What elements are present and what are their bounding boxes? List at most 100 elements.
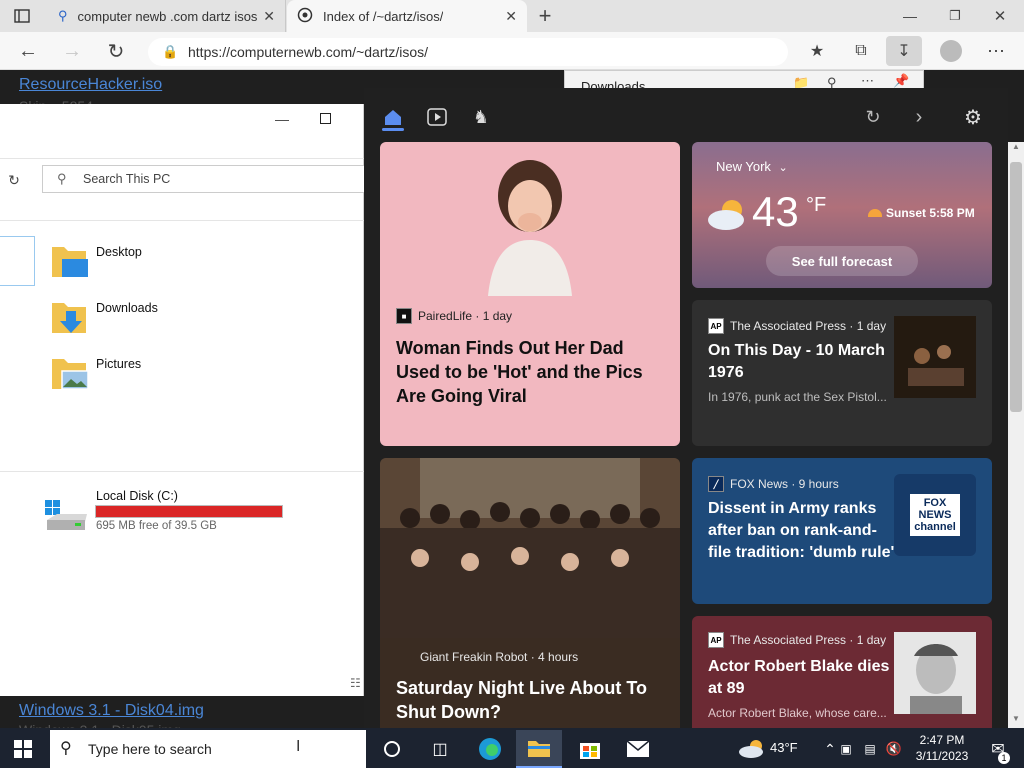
fox-news-logo: FOX NEWS channel (910, 494, 960, 536)
location-label: New York (716, 159, 771, 174)
drive-free-space: 695 MB free of 39.5 GB (96, 520, 217, 532)
weather-unit: °F (806, 194, 827, 216)
downloads-flyout: Downloads 📁 ⚲ ⋯ 📌 (564, 70, 924, 94)
view-toggle-icon[interactable]: ☷ (350, 676, 361, 690)
scroll-up-icon[interactable]: ▲ (1012, 142, 1020, 151)
file-link[interactable]: ResourceHacker.iso (19, 76, 162, 94)
maximize-icon[interactable] (320, 113, 331, 124)
network-icon[interactable]: ▤ (860, 734, 880, 764)
edge-browser-icon[interactable] (474, 734, 506, 764)
chevron-right-icon[interactable]: › (908, 106, 930, 128)
story-headline[interactable]: Dissent in Army ranks after ban on rank-… (708, 498, 898, 564)
speaker-muted-icon[interactable]: 🔇 (884, 734, 904, 764)
story-source: Giant Freakin Robot · 4 hours (420, 650, 578, 664)
close-tab-icon[interactable]: ✕ (505, 8, 527, 25)
taskbar-search-input[interactable]: ⚲ Type here to search I (50, 730, 366, 768)
folder-label[interactable]: Pictures (96, 357, 141, 371)
settings-more-icon[interactable]: ⋯ (984, 40, 1008, 62)
search-placeholder: Type here to search (88, 741, 212, 757)
restore-icon[interactable]: ❐ (945, 6, 965, 26)
new-tab-icon[interactable]: + (534, 3, 556, 28)
weather-cloud-icon[interactable] (738, 737, 766, 759)
minimize-icon[interactable]: — (900, 6, 920, 26)
story-card[interactable]: Giant Freakin Robot · 4 hours Saturday N… (380, 458, 680, 728)
story-card[interactable]: AP The Associated Press · 1 day Actor Ro… (692, 616, 992, 728)
refresh-icon[interactable]: ↻ (4, 170, 24, 190)
divider (0, 471, 364, 472)
clock[interactable]: 2:47 PM 3/11/2023 (912, 733, 972, 763)
tab-title: Index of /~dartz/isos/ (323, 8, 444, 24)
url-field[interactable]: 🔒 https://computernewb.com/~dartz/isos/ (148, 38, 788, 66)
folder-label[interactable]: Downloads (96, 301, 158, 315)
search-icon: ⚲ (57, 171, 67, 186)
scrollbar-thumb[interactable] (1010, 162, 1022, 412)
url-text: https://computernewb.com/~dartz/isos/ (188, 44, 429, 60)
forward-icon[interactable]: → (60, 40, 84, 62)
source-label: The Associated Press · 1 day (730, 633, 887, 647)
task-view-icon[interactable]: ◫ (424, 734, 456, 764)
windows-start-icon[interactable] (14, 740, 32, 758)
collections-icon[interactable]: ⧉ (848, 40, 874, 62)
story-headline[interactable]: On This Day - 10 March 1976 (708, 340, 890, 384)
story-card[interactable]: ╱ FOX News · 9 hours Dissent in Army ran… (692, 458, 992, 604)
profile-avatar[interactable] (940, 40, 962, 62)
tab-computer-newb[interactable]: ⚲ computer newb .com dartz isos ✕ (48, 0, 286, 32)
local-disk-icon[interactable] (45, 498, 89, 534)
close-tab-icon[interactable]: ✕ (263, 8, 285, 25)
games-icon[interactable]: ♞ (470, 106, 492, 128)
gear-icon[interactable]: ⚙ (962, 106, 984, 129)
more-icon[interactable]: ⋯ (861, 73, 874, 89)
source-logo: AP (708, 318, 724, 334)
story-card[interactable]: AP The Associated Press · 1 day On This … (692, 300, 992, 446)
weather-location[interactable]: New York ⌄ (716, 159, 788, 174)
tab-strip: ⚲ computer newb .com dartz isos ✕ Index … (0, 0, 1024, 32)
cortana-icon[interactable] (376, 734, 408, 764)
downloads-folder-icon[interactable] (50, 297, 90, 337)
weather-temp: 43 (752, 188, 799, 235)
partly-cloudy-icon (706, 196, 750, 232)
desktop-folder-icon[interactable] (50, 241, 90, 281)
site-favicon-icon (297, 7, 313, 26)
lock-icon: 🔒 (162, 44, 179, 59)
selected-item[interactable] (0, 236, 35, 286)
story-headline[interactable]: Actor Robert Blake dies at 89 (708, 656, 890, 700)
weather-card[interactable]: New York ⌄ 43 °F Sunset 5:58 PM See full… (692, 142, 992, 288)
file-link[interactable]: Windows 3.1 - Disk04.img (19, 702, 204, 720)
video-icon[interactable] (426, 106, 448, 128)
home-icon[interactable] (382, 106, 404, 128)
source-label: Giant Freakin Robot · 4 hours (420, 650, 579, 664)
drive-name[interactable]: Local Disk (C:) (96, 489, 178, 503)
story-snippet: Actor Robert Blake, whose care... (708, 706, 887, 720)
favorites-icon[interactable]: ★ (804, 40, 830, 62)
camera-icon[interactable]: ▣ (836, 734, 856, 764)
sunset-icon (868, 209, 882, 217)
story-headline[interactable]: Woman Finds Out Her Dad Used to be 'Hot'… (396, 336, 672, 408)
story-headline[interactable]: Saturday Night Live About To Shut Down? (396, 676, 666, 724)
scroll-down-icon[interactable]: ▼ (1012, 714, 1020, 723)
see-full-forecast-button[interactable]: See full forecast (766, 246, 918, 276)
pictures-folder-icon[interactable] (50, 353, 90, 393)
folder-label[interactable]: Desktop (96, 245, 142, 259)
back-icon[interactable]: ← (16, 40, 40, 62)
tab-title: computer newb .com dartz isos (77, 8, 258, 24)
minimize-icon[interactable]: — (272, 110, 292, 128)
mail-icon[interactable] (622, 734, 654, 764)
refresh-icon[interactable]: ↻ (104, 40, 128, 63)
tab-index-of-isos[interactable]: Index of /~dartz/isos/ ✕ (287, 0, 527, 32)
story-thumbnail: FOX NEWS channel (894, 474, 976, 556)
file-explorer-taskbar-icon[interactable] (516, 730, 562, 768)
store-icon[interactable] (574, 734, 606, 764)
story-image (468, 156, 592, 296)
source-label: FOX News · 9 hours (730, 477, 839, 491)
tab-actions-icon[interactable] (12, 7, 32, 25)
refresh-icon[interactable]: ↻ (862, 106, 884, 128)
search-icon: ⚲ (58, 8, 68, 23)
explorer-search-input[interactable]: ⚲ Search This PC (42, 165, 372, 193)
close-window-icon[interactable]: ✕ (990, 6, 1010, 26)
pin-icon[interactable]: 📌 (893, 73, 909, 89)
page-scrollbar[interactable]: ▲ ▼ (1008, 142, 1024, 728)
taskbar-weather-temp[interactable]: 43°F (770, 740, 798, 755)
story-card[interactable]: ■ PairedLife · 1 day Woman Finds Out Her… (380, 142, 680, 446)
story-thumbnail (894, 316, 976, 398)
downloads-icon[interactable]: ↧ (886, 36, 922, 66)
